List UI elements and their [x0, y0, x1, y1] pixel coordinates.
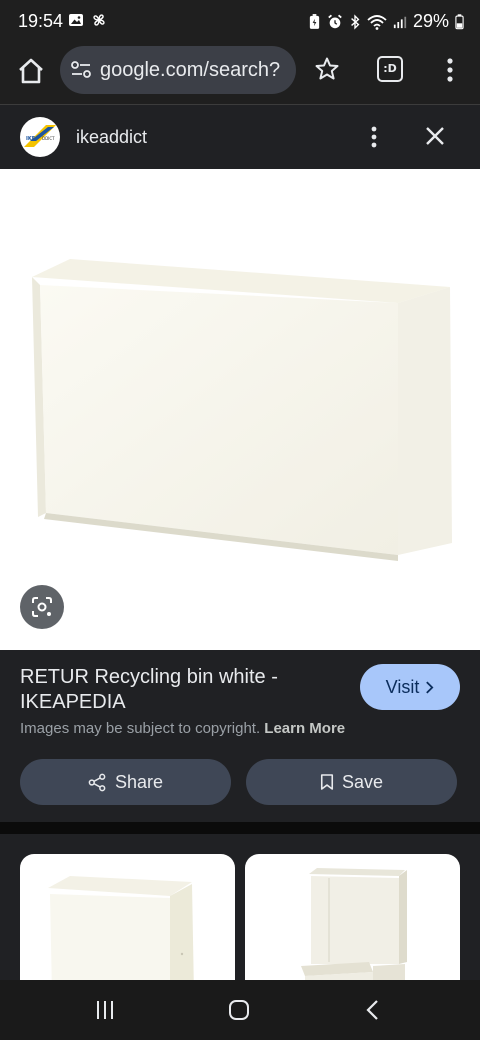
result-info-panel: RETUR Recycling bin white - IKEAPEDIA Vi…	[0, 650, 480, 822]
source-name[interactable]: ikeaddict	[76, 127, 147, 148]
status-left-icons	[68, 11, 108, 29]
save-label: Save	[341, 771, 384, 792]
signal-icon	[393, 16, 407, 28]
lens-icon	[32, 597, 52, 617]
pinwheel-icon	[93, 14, 105, 26]
bluetooth-icon	[351, 13, 360, 30]
learn-more-link[interactable]: Learn More	[264, 720, 345, 737]
bookmark-icon	[320, 774, 334, 790]
status-right-icons: 29%	[308, 11, 464, 32]
section-divider	[0, 822, 480, 834]
ikeaddict-logo: IKE DDICT	[24, 125, 56, 147]
status-time: 19:54	[18, 11, 64, 31]
source-logo[interactable]: IKE DDICT	[20, 117, 60, 157]
visit-button[interactable]: Visit	[360, 664, 460, 710]
svg-text:IKE: IKE	[26, 136, 36, 142]
related-image-cabinet	[48, 876, 194, 980]
home-icon[interactable]	[16, 56, 46, 86]
image-icon	[69, 14, 83, 26]
address-bar[interactable]: google.com/search?	[60, 46, 296, 94]
lens-search-button[interactable]	[20, 585, 64, 629]
status-bar: 19:54 29%	[0, 0, 480, 42]
close-icon[interactable]	[422, 123, 448, 149]
result-image[interactable]	[0, 169, 480, 650]
related-image-card[interactable]	[20, 854, 235, 980]
save-button[interactable]: Save	[246, 759, 457, 805]
bookmark-star-icon[interactable]	[314, 56, 340, 82]
browser-toolbar: google.com/search? :D	[0, 42, 480, 104]
tab-switcher-button[interactable]: :D	[377, 56, 403, 82]
alarm-icon	[328, 14, 342, 28]
svg-text:DDICT: DDICT	[42, 136, 55, 141]
battery-icon	[455, 14, 464, 30]
battery-saver-icon	[309, 14, 320, 29]
chevron-right-icon	[426, 680, 434, 694]
source-header: IKE DDICT ikeaddict	[0, 105, 480, 169]
url-text[interactable]: google.com/search?	[100, 59, 280, 82]
copyright-notice: Images may be subject to copyright. Lear…	[20, 720, 345, 737]
system-nav-bar	[0, 980, 480, 1040]
related-image-bin-stack	[301, 868, 407, 980]
related-images-grid	[0, 834, 480, 980]
related-image-card[interactable]	[245, 854, 460, 980]
copyright-text: Images may be subject to copyright.	[20, 720, 261, 737]
battery-percent: 29%	[412, 11, 449, 31]
result-title[interactable]: RETUR Recycling bin white - IKEAPEDIA	[20, 665, 340, 715]
nav-home-icon[interactable]	[228, 999, 250, 1021]
site-settings-icon[interactable]	[70, 59, 92, 81]
wifi-icon	[367, 14, 387, 30]
product-image-cabinet	[32, 259, 452, 561]
back-icon[interactable]	[364, 998, 382, 1022]
share-icon	[88, 773, 106, 791]
visit-label: Visit	[385, 676, 420, 697]
more-menu-icon[interactable]	[438, 56, 462, 84]
source-more-icon[interactable]	[362, 123, 386, 151]
recents-icon[interactable]	[94, 999, 116, 1021]
share-button[interactable]: Share	[20, 759, 231, 805]
share-label: Share	[114, 771, 164, 792]
